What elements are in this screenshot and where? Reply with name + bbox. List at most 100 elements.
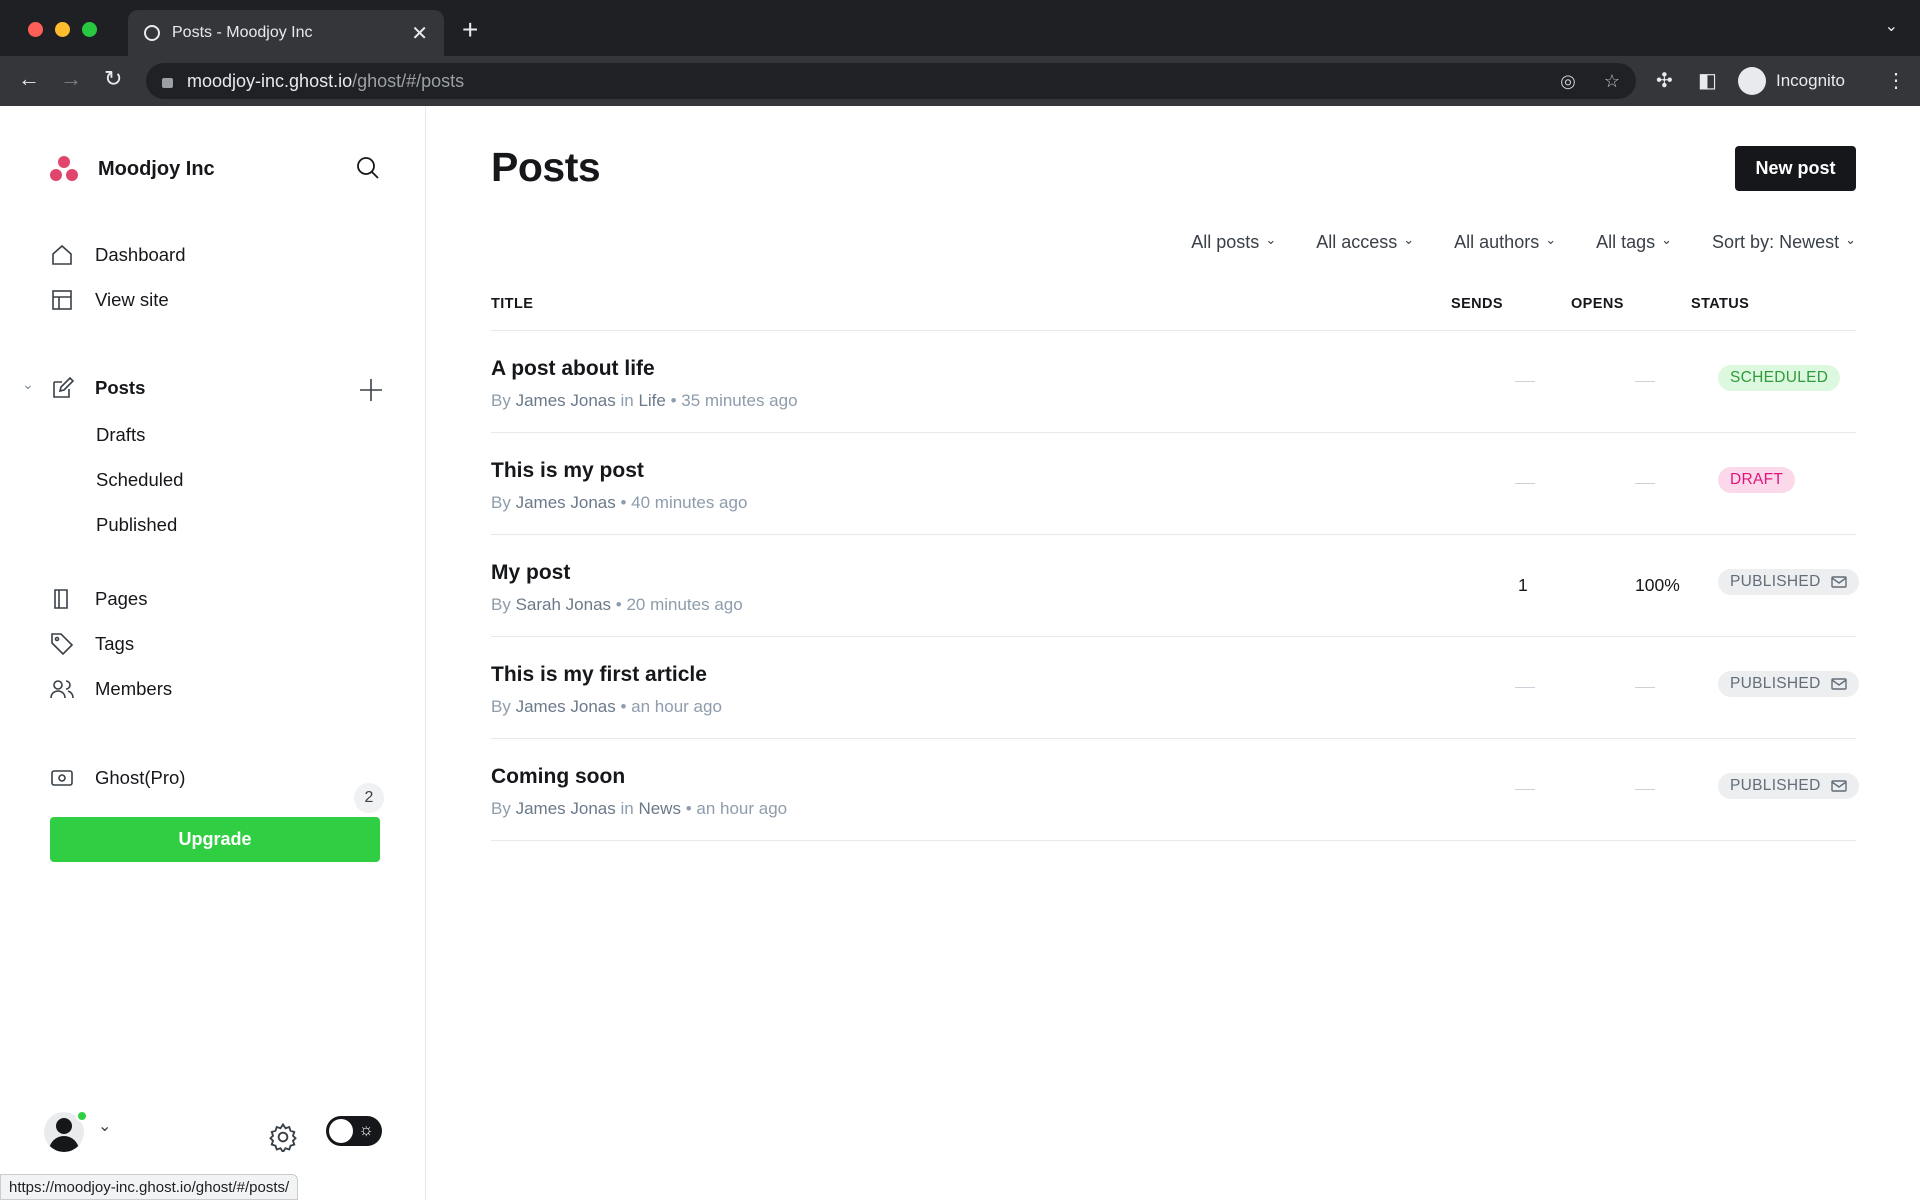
post-title[interactable]: This is my first article: [491, 663, 707, 687]
by-label: By: [491, 595, 511, 614]
browser-tab-bar: Posts - Moodjoy Inc ✕ + ⌄: [0, 0, 1920, 56]
post-row[interactable]: Coming soon By James Jonas in News • an h…: [491, 739, 1859, 841]
post-author: James Jonas: [515, 799, 616, 818]
post-tag: Life: [638, 391, 666, 410]
main-content: Posts New post All posts All access All …: [427, 106, 1920, 1200]
ghost-pro-icon: [51, 770, 73, 786]
filter-authors[interactable]: All authors: [1454, 232, 1556, 253]
forward-icon[interactable]: →: [60, 66, 82, 92]
by-label: By: [491, 391, 511, 410]
extensions-icon[interactable]: ✣: [1656, 68, 1673, 93]
maximize-window-button[interactable]: [82, 22, 97, 37]
post-time: 20 minutes ago: [626, 595, 743, 614]
sidebar-item-label: Dashboard: [95, 244, 186, 265]
status-label: PUBLISHED: [1730, 573, 1821, 590]
post-row[interactable]: A post about life By James Jonas in Life …: [491, 331, 1856, 433]
sidebar-subitem-drafts[interactable]: Drafts: [96, 424, 145, 446]
url-path: /ghost/#/posts: [352, 70, 465, 91]
sidebar: Moodjoy Inc Dashboard View site ⌄ Posts …: [0, 106, 426, 1200]
incognito-icon: [1738, 67, 1766, 95]
tab-title: Posts - Moodjoy Inc: [172, 24, 313, 41]
filter-bar: All posts All access All authors All tag…: [1191, 232, 1856, 253]
column-header-status: STATUS: [1691, 296, 1750, 312]
filter-tags[interactable]: All tags: [1596, 232, 1672, 253]
address-bar: ← → ↻ moodjoy-inc.ghost.io/ghost/#/posts…: [0, 56, 1920, 106]
tag-icon: [51, 633, 74, 656]
status-badge: SCHEDULED: [1718, 365, 1841, 391]
sidebar-subitem-published[interactable]: Published: [96, 514, 177, 536]
back-icon[interactable]: ←: [18, 66, 40, 92]
sidebar-item-label: Posts: [95, 377, 146, 398]
brand-logo: [48, 156, 80, 184]
post-meta: By James Jonas • 40 minutes ago: [491, 493, 748, 512]
by-label: By: [491, 799, 511, 818]
post-title[interactable]: Coming soon: [491, 765, 625, 789]
status-label: PUBLISHED: [1730, 675, 1821, 692]
page-title: Posts: [491, 144, 601, 190]
add-post-icon[interactable]: [359, 378, 383, 402]
page-icon: [54, 589, 68, 609]
eye-off-icon[interactable]: ◎: [1560, 71, 1576, 92]
sidebar-item-pages[interactable]: Pages: [50, 584, 147, 614]
filter-post-type[interactable]: All posts: [1191, 232, 1276, 253]
sidebar-item-tags[interactable]: Tags: [50, 629, 134, 659]
lock-icon: [162, 78, 173, 88]
sidebar-subitem-scheduled[interactable]: Scheduled: [96, 469, 183, 491]
post-title[interactable]: My post: [491, 561, 570, 585]
upgrade-button[interactable]: Upgrade: [50, 817, 380, 862]
post-meta: By James Jonas in News • an hour ago: [491, 799, 788, 818]
members-icon: [50, 680, 74, 699]
tab-search-chevron-icon[interactable]: ⌄: [1885, 16, 1898, 36]
sidebar-item-dashboard[interactable]: Dashboard: [50, 240, 186, 270]
post-title[interactable]: This is my post: [491, 459, 644, 483]
home-icon: [52, 244, 72, 265]
post-row[interactable]: This is my first article By James Jonas •…: [491, 637, 1859, 739]
url-input[interactable]: moodjoy-inc.ghost.io/ghost/#/posts ◎ ☆: [146, 63, 1636, 99]
sends-empty-dash: [1515, 381, 1535, 382]
browser-tab[interactable]: Posts - Moodjoy Inc ✕: [128, 10, 444, 56]
post-row[interactable]: My post By Sarah Jonas • 20 minutes ago 1 1…: [491, 535, 1859, 637]
post-tag: News: [638, 799, 681, 818]
theme-toggle[interactable]: ☼: [326, 1116, 382, 1146]
side-panel-icon[interactable]: ◧: [1698, 68, 1717, 93]
filter-access[interactable]: All access: [1316, 232, 1414, 253]
star-icon[interactable]: ☆: [1604, 71, 1620, 92]
post-author: James Jonas: [515, 391, 616, 410]
sort-order[interactable]: Sort by: Newest: [1712, 232, 1856, 253]
sidebar-item-ghost-pro[interactable]: Ghost(Pro): [50, 763, 185, 793]
post-title[interactable]: A post about life: [491, 357, 655, 381]
post-time: 40 minutes ago: [631, 493, 748, 512]
close-window-button[interactable]: [28, 22, 43, 37]
column-header-title: TITLE: [491, 296, 534, 312]
new-post-button[interactable]: New post: [1735, 146, 1856, 191]
search-icon[interactable]: [356, 156, 380, 180]
sidebar-item-label: Tags: [95, 633, 135, 654]
close-tab-icon[interactable]: ✕: [411, 21, 428, 46]
reload-icon[interactable]: ↻: [104, 66, 122, 92]
post-meta: By James Jonas in Life • 35 minutes ago: [491, 391, 798, 410]
brand-name: Moodjoy Inc: [98, 158, 215, 180]
new-tab-icon[interactable]: +: [462, 14, 478, 46]
status-badge: DRAFT: [1718, 467, 1796, 493]
settings-gear-icon[interactable]: [268, 1122, 298, 1152]
collapse-chevron-icon[interactable]: ⌄: [22, 376, 34, 393]
url-host: moodjoy-inc.ghost.io: [187, 70, 353, 91]
minimize-window-button[interactable]: [55, 22, 70, 37]
user-menu-chevron-icon[interactable]: ⌄: [98, 1116, 111, 1136]
opens-empty-dash: [1635, 687, 1655, 688]
email-icon: [1830, 678, 1847, 690]
post-time: 35 minutes ago: [681, 391, 798, 410]
browser-menu-icon[interactable]: ⋮: [1886, 68, 1906, 93]
status-label: DRAFT: [1730, 471, 1784, 488]
status-badge: PUBLISHED: [1718, 569, 1859, 595]
status-badge: PUBLISHED: [1718, 671, 1859, 697]
column-header-sends: SENDS: [1451, 296, 1503, 312]
sidebar-item-view-site[interactable]: View site: [50, 285, 169, 315]
online-indicator: [76, 1110, 88, 1122]
opens-empty-dash: [1635, 789, 1655, 790]
sidebar-item-members[interactable]: Members: [50, 674, 172, 704]
profile-button[interactable]: Incognito: [1738, 63, 1845, 99]
status-label: PUBLISHED: [1730, 777, 1821, 794]
post-row[interactable]: This is my post By James Jonas • 40 minut…: [491, 433, 1856, 535]
sidebar-item-posts[interactable]: Posts: [50, 373, 145, 403]
